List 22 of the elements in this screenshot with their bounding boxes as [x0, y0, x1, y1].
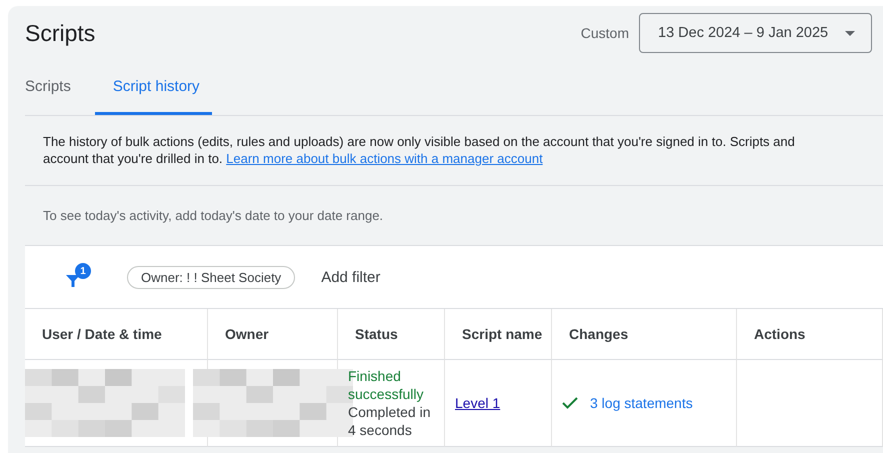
count-badge: 1	[75, 263, 91, 279]
add-filter-button[interactable]: Add filter	[315, 268, 386, 286]
range-label: Custom	[580, 25, 629, 41]
status-text: Finished successfully	[348, 367, 424, 403]
learn-more-link[interactable]: Learn more about bulk actions with a manager account	[226, 151, 543, 166]
column-header: Changes	[552, 309, 737, 360]
caret-icon	[845, 30, 855, 36]
page-title: Scripts	[25, 20, 96, 46]
filter-chip[interactable]: Owner: ! ! Sheet Society	[127, 266, 296, 288]
column-header: Script name	[445, 309, 552, 360]
check-icon	[562, 397, 578, 409]
date-range-dropdown[interactable]: 13 Dec 2024 – 9 Jan 2025	[639, 13, 872, 53]
changes-link[interactable]: 3 log statements	[590, 395, 693, 411]
tab[interactable]: Script history	[94, 60, 212, 115]
notice-text: The history of bulk actions (edits, rules and uploads) are now only visible based on the account that you're signed in to. Scripts and account that you're drilled in to. Learn more about bulk actions with a manager account	[25, 116, 883, 186]
column-header: Actions	[737, 309, 883, 360]
column-header: Owner	[208, 309, 338, 360]
status-detail: Completed in 4 seconds	[348, 403, 432, 439]
column-header: Status	[338, 309, 445, 360]
script-link[interactable]: Level 1	[455, 395, 551, 411]
column-header: User / Date & time	[25, 309, 208, 360]
tab[interactable]: Scripts	[8, 60, 83, 115]
